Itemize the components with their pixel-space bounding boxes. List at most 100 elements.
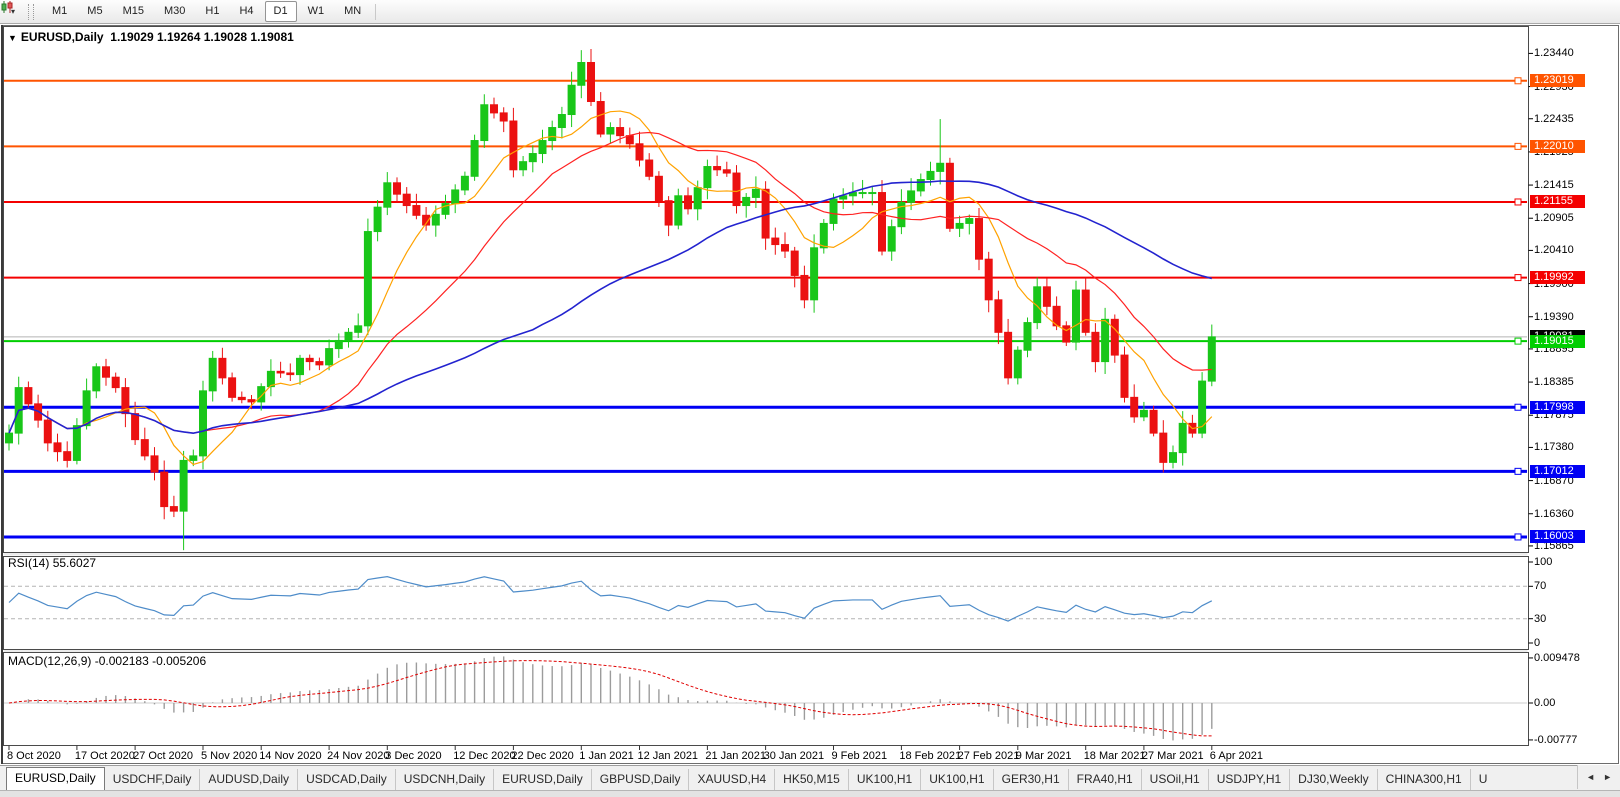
candle-body — [1131, 397, 1138, 417]
price-line-tag-1-21155[interactable]: 1.21155 — [1530, 195, 1585, 208]
candle-body — [568, 85, 575, 114]
date-axis-label: 3 Dec 2020 — [385, 750, 441, 762]
candle-body — [879, 193, 886, 252]
date-axis-label: 27 Oct 2020 — [133, 750, 193, 762]
tab-usdcnh-daily[interactable]: USDCNH,Daily — [395, 769, 493, 790]
tab-dj30-weekly[interactable]: DJ30,Weekly — [1289, 769, 1376, 790]
date-axis-label: 5 Nov 2020 — [201, 750, 257, 762]
candle-body — [558, 115, 565, 128]
price-line-tag-1-16003[interactable]: 1.16003 — [1530, 530, 1585, 543]
candle-body — [364, 232, 371, 326]
line-drag-handle[interactable] — [1515, 404, 1521, 410]
candle-body — [432, 214, 439, 225]
price-line-tag-1-23019[interactable]: 1.23019 — [1530, 74, 1585, 87]
tab-uk100-h1[interactable]: UK100,H1 — [920, 769, 992, 790]
price-axis-label: 1.22435 — [1534, 113, 1574, 125]
rsi-indicator-name: RSI(14) — [8, 556, 49, 570]
candle-body — [394, 183, 401, 194]
tab-gbpusd-daily[interactable]: GBPUSD,Daily — [591, 769, 689, 790]
candle-body — [316, 362, 323, 365]
date-axis-label: 8 Oct 2020 — [7, 750, 61, 762]
candle-body — [636, 144, 643, 160]
line-drag-handle[interactable] — [1515, 338, 1521, 344]
chart-plot-area[interactable] — [0, 0, 1620, 765]
price-line-tag-1-17012[interactable]: 1.17012 — [1530, 465, 1585, 478]
candle-body — [461, 176, 468, 190]
price-axis-label: 1.20410 — [1534, 244, 1574, 256]
rsi-axis-label: 0 — [1534, 637, 1540, 649]
price-axis-label: 1.23440 — [1534, 47, 1574, 59]
tab-audusd-daily[interactable]: AUDUSD,Daily — [199, 769, 297, 790]
line-drag-handle[interactable] — [1515, 143, 1521, 149]
candle-body — [801, 275, 808, 299]
candle-body — [976, 219, 983, 260]
candle-body — [1005, 332, 1012, 378]
candle-body — [112, 377, 119, 387]
candle-body — [1063, 326, 1070, 342]
tab-usdcad-daily[interactable]: USDCAD,Daily — [297, 769, 395, 790]
candle-body — [782, 245, 789, 252]
candle-body — [1073, 290, 1080, 342]
candle-body — [985, 259, 992, 300]
candle-body — [510, 121, 517, 170]
tab-scroll-left-icon[interactable]: ◄ — [1582, 772, 1599, 782]
candle-body — [1111, 319, 1118, 355]
candle-body — [180, 460, 187, 511]
price-line-tag-1-22010[interactable]: 1.22010 — [1530, 140, 1585, 153]
candle-body — [655, 176, 662, 200]
line-drag-handle[interactable] — [1515, 78, 1521, 84]
candle-body — [335, 340, 342, 348]
tab-uk100-h1[interactable]: UK100,H1 — [848, 769, 920, 790]
date-axis-label: 17 Oct 2020 — [75, 750, 135, 762]
candle-body — [54, 443, 61, 452]
candle-body — [238, 397, 245, 399]
tab-usdchf-daily[interactable]: USDCHF,Daily — [105, 769, 200, 790]
line-drag-handle[interactable] — [1515, 468, 1521, 474]
candle-body — [1082, 290, 1089, 332]
tab-u[interactable]: U — [1470, 769, 1496, 790]
candle-body — [927, 171, 934, 179]
tab-usoil-h1[interactable]: USOil,H1 — [1141, 769, 1208, 790]
tab-eurusd-daily[interactable]: EURUSD,Daily — [6, 767, 105, 790]
candle-body — [161, 472, 168, 506]
price-line-tag-1-17998[interactable]: 1.17998 — [1530, 401, 1585, 414]
tab-hk50-m15[interactable]: HK50,M15 — [774, 769, 848, 790]
tab-eurusd-daily[interactable]: EURUSD,Daily — [493, 769, 591, 790]
line-drag-handle[interactable] — [1515, 199, 1521, 205]
candle-body — [1170, 453, 1177, 463]
price-axis-label: 1.16360 — [1534, 508, 1574, 520]
status-strip — [0, 790, 1620, 797]
tab-xauusd-h4[interactable]: XAUUSD,H4 — [688, 769, 774, 790]
candle-body — [248, 400, 255, 402]
candle-body — [752, 189, 759, 197]
candle-body — [481, 105, 488, 141]
date-axis-label: 14 Nov 2020 — [259, 750, 321, 762]
candle-body — [1179, 423, 1186, 452]
candle-body — [1092, 332, 1099, 361]
tab-scroll-right-icon[interactable]: ► — [1599, 772, 1616, 782]
candle-body — [132, 414, 139, 440]
candle-body — [520, 162, 527, 170]
price-line-tag-1-19992[interactable]: 1.19992 — [1530, 271, 1585, 284]
rsi-axis-label: 70 — [1534, 580, 1546, 592]
date-axis-label: 18 Feb 2021 — [899, 750, 961, 762]
price-line-tag-1-19015[interactable]: 1.19015 — [1530, 335, 1585, 348]
chart-title-marker-icon: ▼ — [8, 33, 17, 43]
candle-body — [917, 180, 924, 191]
candle-body — [937, 163, 944, 171]
tab-ger30-h1[interactable]: GER30,H1 — [993, 769, 1068, 790]
candle-body — [170, 507, 177, 512]
chart-title: ▼EURUSD,Daily 1.19029 1.19264 1.19028 1.… — [8, 30, 294, 44]
candle-body — [529, 154, 536, 162]
tab-fra40-h1[interactable]: FRA40,H1 — [1068, 769, 1141, 790]
candle-body — [93, 367, 100, 391]
line-drag-handle[interactable] — [1515, 534, 1521, 540]
tab-china300-h1[interactable]: CHINA300,H1 — [1377, 769, 1470, 790]
candle-body — [73, 426, 80, 461]
macd-axis-label: 0.00 — [1534, 697, 1555, 709]
line-drag-handle[interactable] — [1515, 275, 1521, 281]
tab-usdjpy-h1[interactable]: USDJPY,H1 — [1208, 769, 1289, 790]
tab-scroll-arrows: ◄ ► — [1577, 765, 1620, 789]
candle-body — [820, 223, 827, 247]
date-axis-label: 9 Mar 2021 — [1016, 750, 1072, 762]
